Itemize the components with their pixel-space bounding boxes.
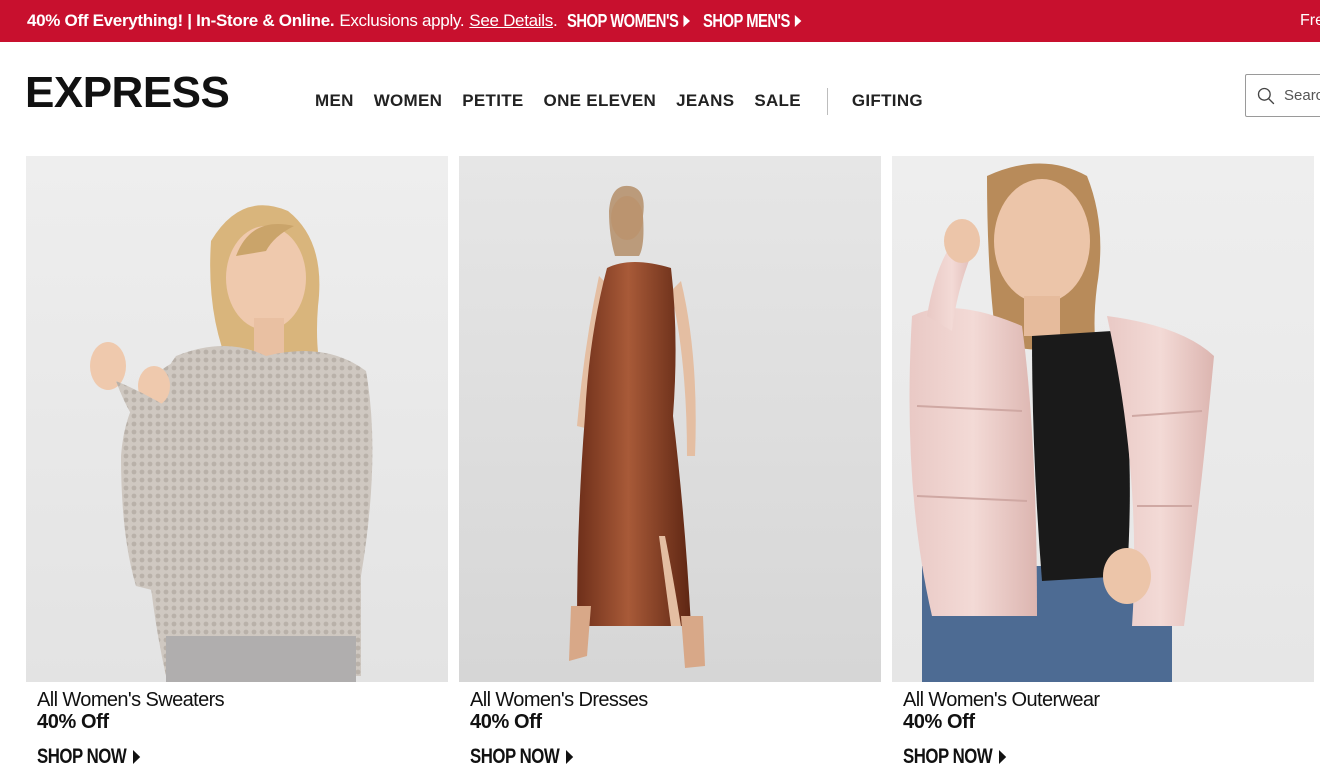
promo-period: . <box>552 11 558 30</box>
shop-now-button[interactable]: SHOP NOW <box>37 745 140 769</box>
main-nav: MEN WOMEN PETITE ONE ELEVEN JEANS SALE G… <box>315 87 943 115</box>
product-card-dresses: All Women's Dresses 40% Off SHOP NOW <box>459 156 881 768</box>
nav-item-one-eleven[interactable]: ONE ELEVEN <box>544 91 657 111</box>
caret-right-icon <box>998 750 1006 764</box>
promo-banner: 40% Off Everything! | In-Store & Online.… <box>0 0 1320 42</box>
card-offer: 40% Off <box>903 711 975 733</box>
caret-right-icon <box>132 750 140 764</box>
caret-right-icon <box>565 750 573 764</box>
search-box[interactable] <box>1245 74 1320 117</box>
card-title[interactable]: All Women's Outerwear <box>903 689 1100 712</box>
card-offer: 40% Off <box>470 711 542 733</box>
card-offer: 40% Off <box>37 711 109 733</box>
card-title[interactable]: All Women's Sweaters <box>37 689 225 712</box>
nav-item-sale[interactable]: SALE <box>754 91 801 111</box>
search-icon[interactable] <box>1256 85 1276 107</box>
nav-item-women[interactable]: WOMEN <box>374 91 443 111</box>
product-card-sweaters: All Women's Sweaters 40% Off SHOP NOW <box>26 156 448 768</box>
shop-now-button[interactable]: SHOP NOW <box>903 745 1006 769</box>
nav-item-petite[interactable]: PETITE <box>462 91 523 111</box>
shop-now-button[interactable]: SHOP NOW <box>470 745 573 769</box>
shop-mens-link[interactable]: SHOP MEN'S <box>703 10 802 32</box>
caret-right-icon <box>683 15 691 27</box>
dress-image[interactable] <box>459 156 881 682</box>
card-title[interactable]: All Women's Dresses <box>470 689 648 712</box>
shop-now-label: SHOP NOW <box>903 745 993 768</box>
nav-item-jeans[interactable]: JEANS <box>676 91 734 111</box>
search-input[interactable] <box>1284 87 1320 104</box>
outerwear-image[interactable] <box>892 156 1314 682</box>
shop-womens-link[interactable]: SHOP WOMEN'S <box>567 10 691 32</box>
shop-now-label: SHOP NOW <box>37 745 127 768</box>
product-card-outerwear: All Women's Outerwear 40% Off SHOP NOW <box>892 156 1314 768</box>
nav-item-men[interactable]: MEN <box>315 91 354 111</box>
promo-exclusions: Exclusions apply. <box>339 11 465 30</box>
see-details-link[interactable]: See Details <box>469 11 553 31</box>
sweater-image[interactable] <box>26 156 448 682</box>
shop-womens-label: SHOP WOMEN'S <box>567 10 679 31</box>
caret-right-icon <box>794 15 802 27</box>
nav-divider <box>826 87 828 115</box>
promo-content: 40% Off Everything! | In-Store & Online.… <box>27 0 823 42</box>
nav-item-gifting[interactable]: GIFTING <box>852 91 923 111</box>
express-logo[interactable]: EXPRESS <box>25 68 230 118</box>
promo-right-text[interactable]: Fre <box>1300 0 1320 42</box>
promo-headline: 40% Off Everything! | In-Store & Online. <box>27 11 335 30</box>
shop-now-label: SHOP NOW <box>470 745 560 768</box>
shop-mens-label: SHOP MEN'S <box>703 10 791 31</box>
